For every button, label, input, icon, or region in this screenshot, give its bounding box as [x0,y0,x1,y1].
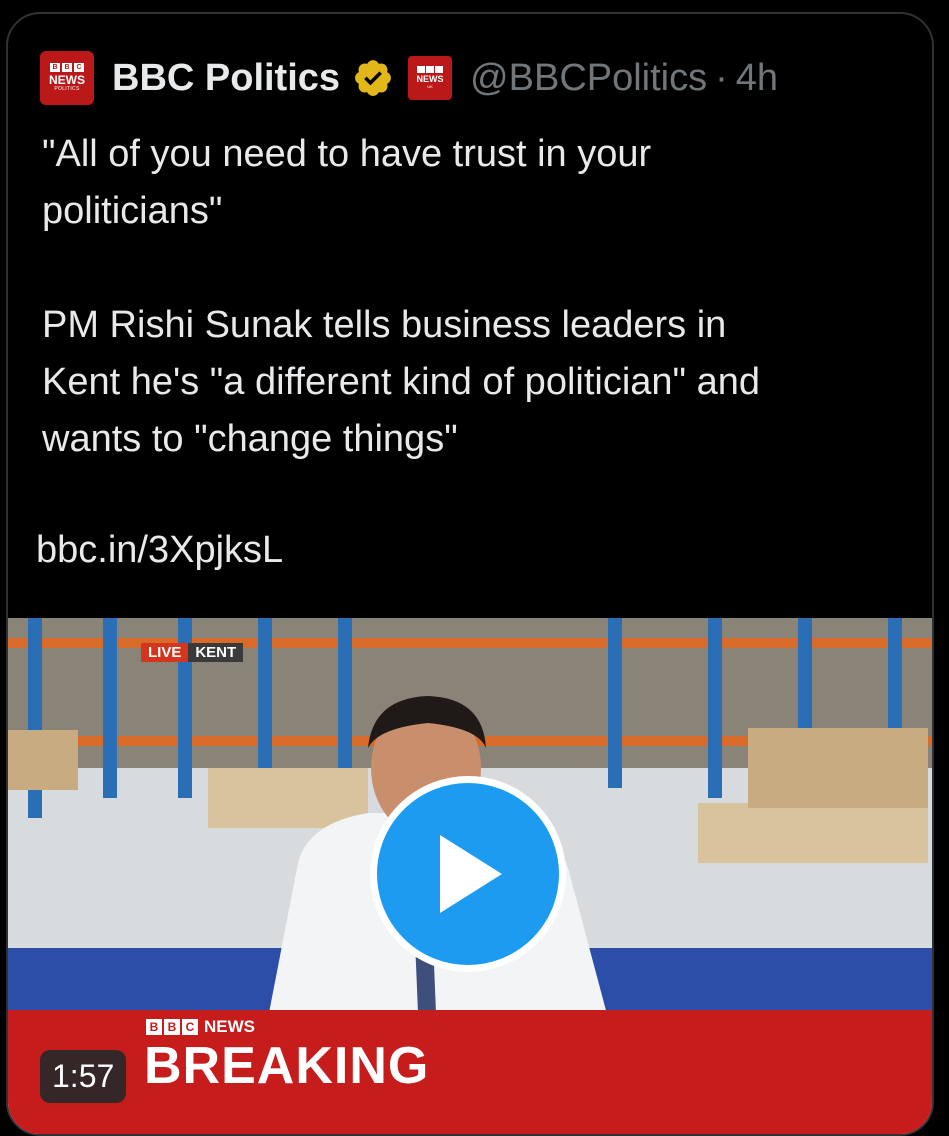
live-tag: LIVE KENT [141,643,244,662]
video-player[interactable]: LIVE KENT BBC NEWS BREAKING 1:57 [8,618,932,1134]
breaking-banner: BBC NEWS BREAKING [8,1010,932,1134]
verified-badge-icon [355,60,391,96]
tweet-header: BBC NEWS POLITICS BBC Politics NEWS UK @… [40,50,778,106]
breaking-headline: BREAKING [144,1037,430,1095]
separator-dot: · [715,56,728,99]
timestamp[interactable]: 4h [736,57,778,100]
bbc-news-logo: BBC NEWS [146,1017,255,1037]
affiliate-badge[interactable]: NEWS UK [408,56,453,100]
author-handle[interactable]: @BBCPolitics [470,57,707,100]
author-name[interactable]: BBC Politics [112,57,340,100]
tweet-link[interactable]: bbc.in/3XpjksL [36,529,283,572]
tweet-card[interactable]: BBC NEWS POLITICS BBC Politics NEWS UK @… [6,12,934,1136]
video-duration: 1:57 [40,1050,127,1103]
tweet-text: "All of you need to have trust in your p… [42,133,760,460]
play-button[interactable] [370,776,566,972]
play-icon [440,835,502,913]
avatar[interactable]: BBC NEWS POLITICS [40,51,94,105]
